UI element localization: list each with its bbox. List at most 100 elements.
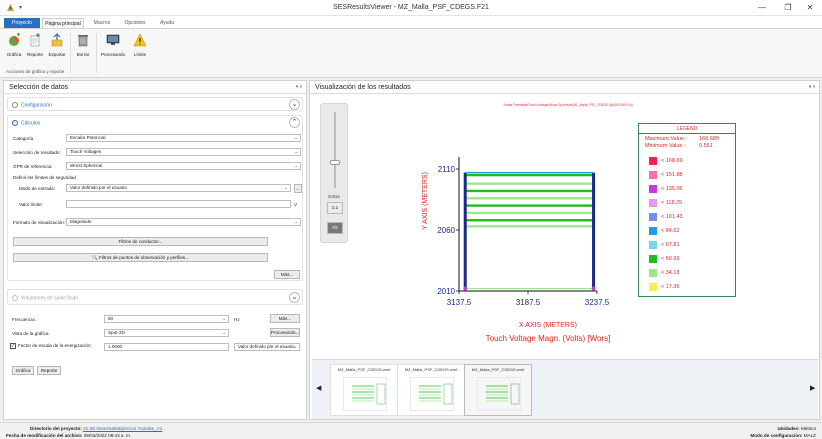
frecuencia-unit: Hz: [234, 317, 240, 322]
legend-max-label: Maximum Value :: [645, 136, 688, 142]
mas-button-2[interactable]: Más...: [270, 314, 300, 323]
legend-value: < 151.88: [661, 172, 683, 178]
pin-icon[interactable]: ▾ ⫰: [809, 84, 815, 90]
dir-label: Directorio del proyecto:: [30, 426, 82, 431]
exportar-label: Exportar: [48, 52, 66, 57]
thumbnail-preview: [410, 377, 454, 411]
grafica-button[interactable]: Gráfica: [12, 366, 34, 375]
panel-title: Selección de datos: [4, 81, 306, 94]
filtro-observacion-button[interactable]: 🔍 Filtros de puntos de observación y per…: [13, 253, 268, 262]
reporte-button[interactable]: Reporte: [37, 366, 61, 375]
config-label: Configuración: [21, 102, 52, 109]
legend-swatch: [649, 171, 657, 179]
factor-combo-value: Valor definido por el usuario: [238, 344, 295, 349]
maximize-button[interactable]: ❐: [780, 2, 796, 14]
modo-select[interactable]: Valor definido por el usuario ⌄: [66, 184, 291, 192]
pin-icon[interactable]: ▾ ⫰: [296, 84, 302, 90]
calc-section: Cálculos ⌃ Categoría Escalar Potencial ⌄ …: [7, 115, 303, 281]
thumbnail-1[interactable]: MZ_Malla_PSF_CDEGS.wmf: [330, 364, 398, 416]
mode-label: Modo de configuración:: [750, 433, 803, 438]
data-selection-panel: Selección de datos ▾ ⫰ Configuración ⌄ C…: [3, 80, 307, 420]
legend-swatch: [649, 213, 657, 221]
chart-viewer: 0.61x 1:1 Fit Scalar Potentials/Touch Vo…: [312, 95, 818, 353]
collapse-calc-button[interactable]: ⌃: [289, 117, 300, 128]
valor-label: Valor límite:: [19, 202, 43, 207]
expand-config-button[interactable]: ⌄: [289, 99, 300, 110]
tab-opciones[interactable]: Opciones: [120, 18, 150, 28]
chevron-down-icon: ⌄: [284, 185, 288, 190]
search-icon: 🔍: [92, 255, 100, 260]
calc-label: Cálculos: [21, 120, 41, 127]
exportar-ribbon-button[interactable]: Exportar: [47, 33, 67, 57]
valor-input[interactable]: [66, 200, 291, 208]
legend-swatch: [649, 227, 657, 235]
minimize-button[interactable]: —: [754, 2, 770, 14]
prev-thumb-button[interactable]: ◀: [316, 384, 321, 392]
calc-radio[interactable]: Cálculos: [12, 120, 40, 126]
dir-link[interactable]: 21-28 Venezuela\Ejercicio Youtube_V1: [83, 426, 162, 431]
radio-selected-icon: [12, 120, 18, 126]
resultado-select[interactable]: Touch Voltages ⌄: [66, 148, 301, 156]
zoom-track: [334, 112, 336, 188]
categoria-value: Escalar Potencial: [70, 135, 106, 140]
reporte-label: Reporte: [26, 52, 43, 57]
tab-ayuda[interactable]: Ayuda: [154, 18, 180, 28]
panel-title: Visualización de los resultados: [310, 81, 819, 94]
legend-swatch: [649, 241, 657, 249]
procesando-label: Procesando: [101, 52, 126, 57]
formato-select[interactable]: Magnitude ⌄: [66, 218, 301, 226]
formato-label: Formato de visualización:: [13, 220, 66, 225]
config-radio[interactable]: Configuración: [12, 102, 52, 108]
reporte-ribbon-button[interactable]: Reporte: [25, 33, 45, 57]
zoom-slider-thumb[interactable]: [330, 160, 340, 165]
grid-plot-area: [463, 171, 596, 291]
vista-select[interactable]: Spot-2D ⌄: [104, 329, 229, 337]
thumbnail-2[interactable]: MZ_Malla_PSF_CDEGS.wmf: [397, 364, 465, 416]
zoom-fit-button[interactable]: Fit: [327, 222, 343, 234]
borrar-label: Borrar: [76, 52, 90, 57]
monitor-icon: [106, 34, 120, 45]
filtro-conductor-button[interactable]: Filtros de conductor...: [13, 237, 268, 246]
thumbnail-3[interactable]: MZ_Malla_PSF_CDEGS.wmf: [464, 364, 532, 416]
thumbnail-legend: [376, 383, 386, 405]
conductor-row: [465, 182, 594, 185]
tab-macros[interactable]: Macros: [88, 18, 116, 28]
expand-volumen-button[interactable]: ⌄: [289, 292, 300, 303]
conductor-row: [465, 173, 594, 177]
legend-swatch: [649, 283, 657, 291]
tab-proyecto[interactable]: Proyecto: [4, 18, 40, 28]
factor-input[interactable]: 1.0000: [104, 343, 229, 351]
zoom-1to1-button[interactable]: 1:1: [327, 202, 343, 214]
legend-min-value: 0.551: [699, 143, 713, 149]
tab-pagina-principal[interactable]: Página principal: [42, 18, 84, 28]
gpr-select[interactable]: Worst Spherical ⌄: [66, 162, 301, 170]
limites-label: Definir los límites de seguridad: [13, 175, 76, 180]
procesando-ribbon-button[interactable]: Procesando: [101, 33, 125, 57]
legend-value: < 118.25: [661, 200, 683, 206]
factor-select[interactable]: Valor definido por el usuario ⌄: [234, 343, 300, 351]
next-thumb-button[interactable]: ▶: [810, 384, 815, 392]
borrar-ribbon-button[interactable]: Borrar: [73, 33, 93, 57]
ribbon-group-label: Acciones de gráfica y reporte: [6, 69, 65, 74]
thumbnail-mesh: [352, 383, 386, 405]
categoria-label: Categoría: [13, 136, 34, 141]
modo-label: Modo de entrada:: [19, 186, 56, 191]
vertical-conductor: [592, 172, 596, 289]
close-button[interactable]: ✕: [802, 2, 818, 14]
grafica-ribbon-button[interactable]: Gráfica: [4, 33, 24, 57]
categoria-select[interactable]: Escalar Potencial ⌄: [66, 134, 301, 142]
volumen-radio[interactable]: Volúmenes de suelo finito: [12, 295, 78, 301]
filtro-observacion-label: Filtros de puntos de observación y perfi…: [99, 255, 189, 260]
chevron-down-icon: ⌄: [222, 316, 226, 321]
conductor-row: [465, 197, 594, 200]
vertical-conductor: [463, 172, 467, 289]
frecuencia-select[interactable]: 60 ⌄: [104, 315, 229, 323]
limite-ribbon-button[interactable]: Límite: [130, 33, 150, 57]
factor-checkbox[interactable]: ✓ Factor de escala de la energización:: [10, 343, 92, 349]
thumbnail-caption: MZ_Malla_PSF_CDEGS.wmf: [404, 367, 458, 372]
radio-icon: [12, 102, 18, 108]
modo-more-button[interactable]: ...: [294, 184, 302, 193]
procesando-button[interactable]: Procesando...: [270, 328, 300, 337]
mas-button-1[interactable]: Más...: [274, 270, 300, 279]
units-value: Métrico: [800, 426, 816, 431]
